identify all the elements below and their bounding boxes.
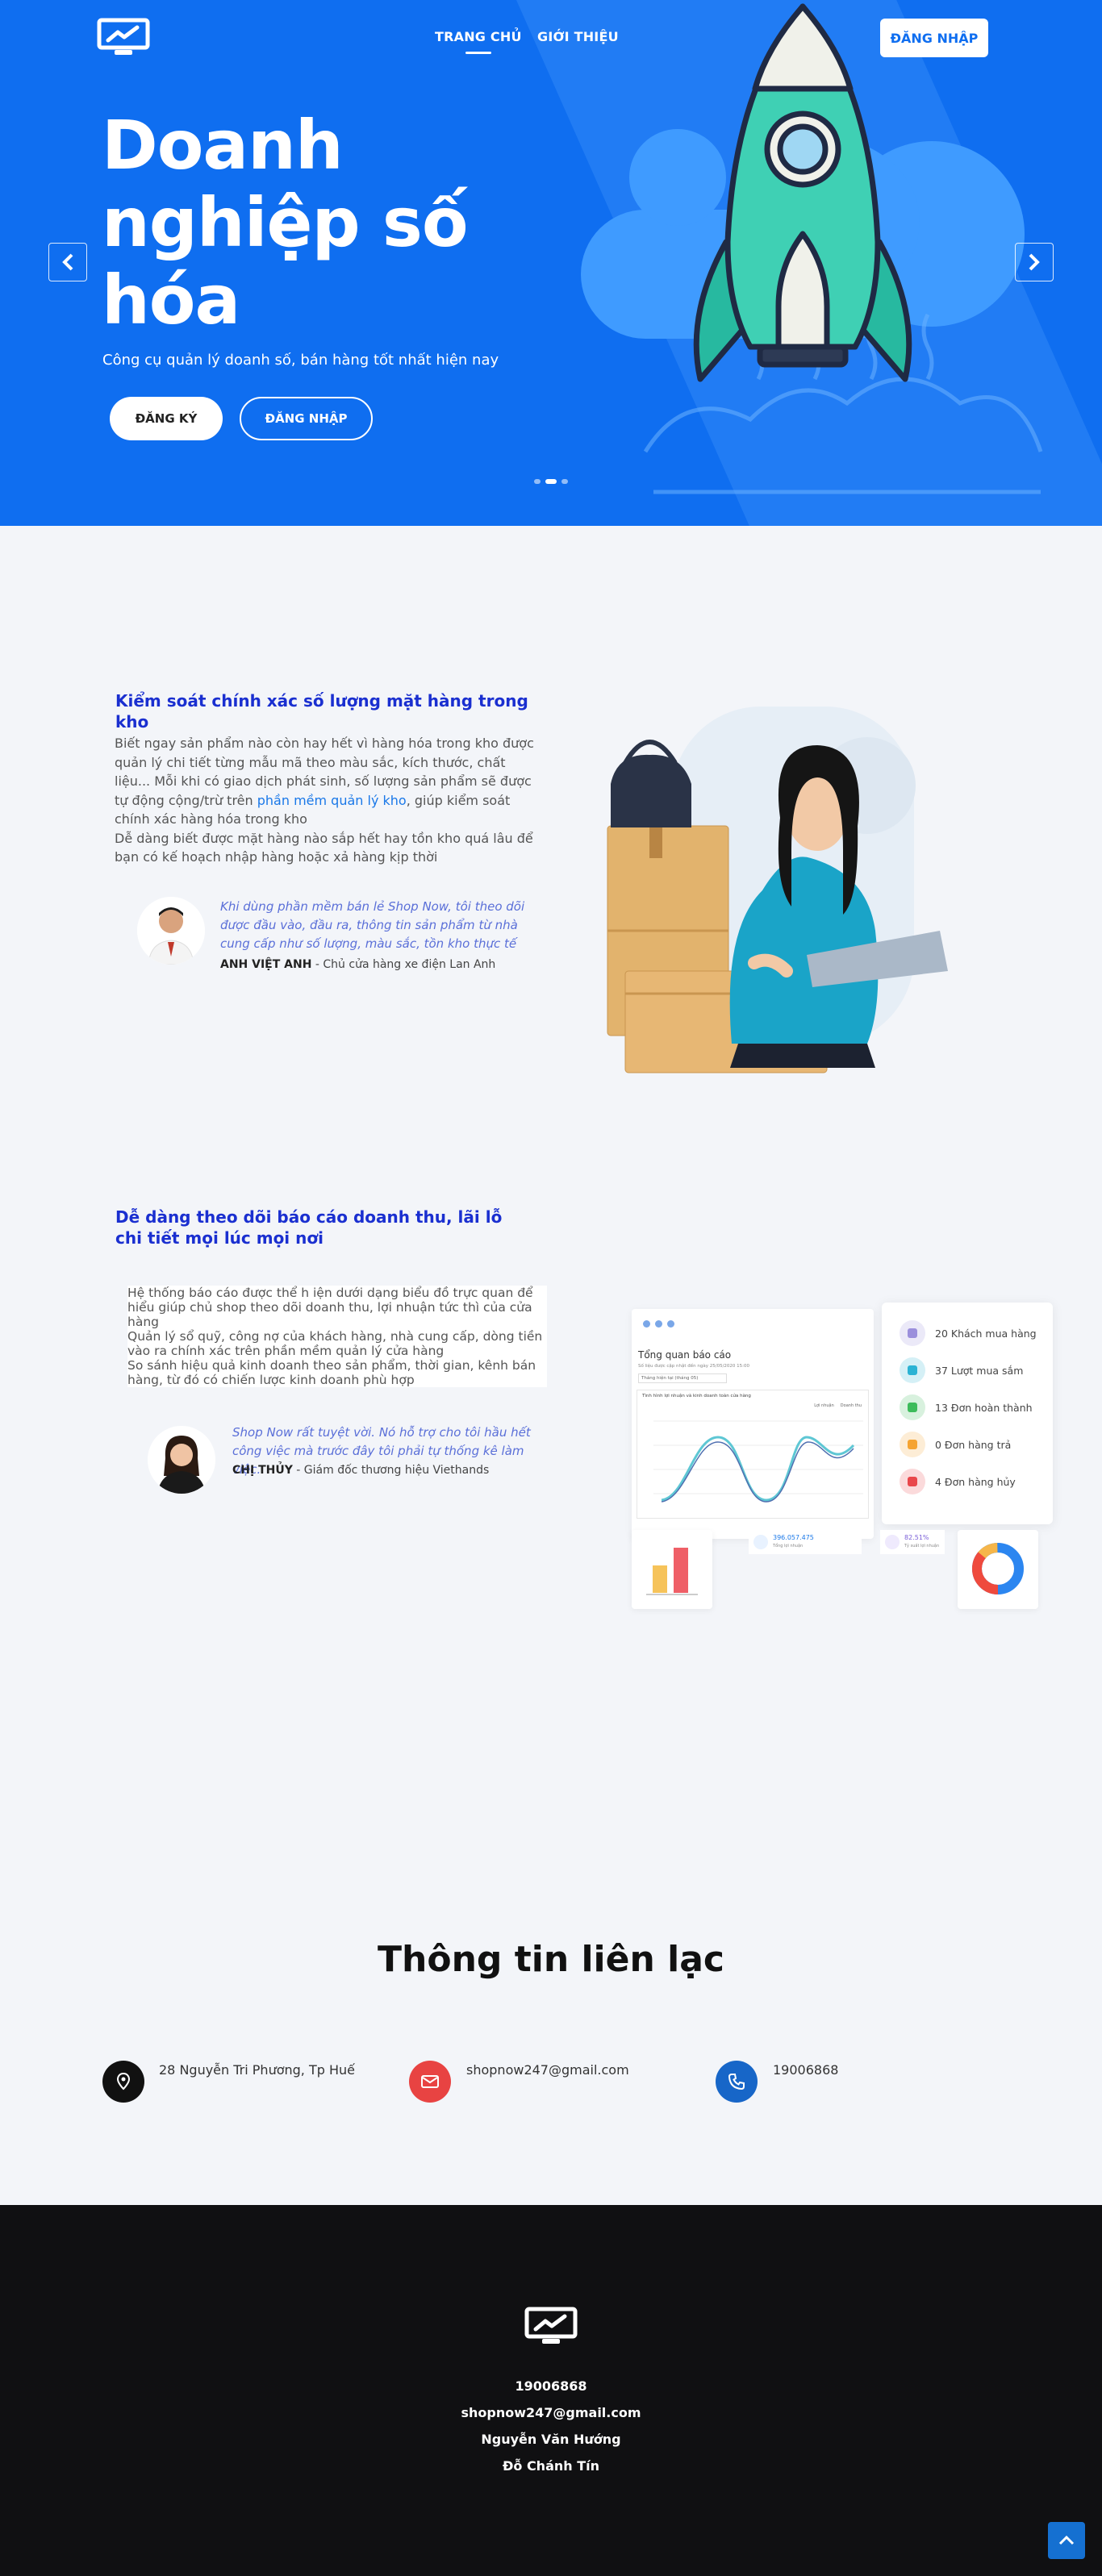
footer-phone[interactable]: 19006868 — [0, 2378, 1102, 2394]
map-pin-icon — [116, 2072, 131, 2090]
stats-panel: 20 Khách mua hàng 37 Lượt mua sắm 13 Đơn h… — [882, 1303, 1053, 1524]
stat-row: 4 Đơn hàng hủy — [900, 1469, 1016, 1494]
profit-rate-value: 82.51% — [904, 1534, 929, 1541]
chevron-up-icon — [1058, 2535, 1075, 2545]
chart-title: Tình hình lợi nhuận và kinh doanh toàn c… — [642, 1394, 751, 1398]
feature1-title: Kiểm soát chính xác số lượng mặt hàng tr… — [115, 691, 528, 732]
stat-label: 13 Đơn hoàn thành — [935, 1401, 1033, 1414]
stat-row: 13 Đơn hoàn thành — [900, 1394, 1033, 1420]
contact-address: 28 Nguyễn Tri Phương, Tp Huế — [159, 2062, 355, 2078]
author-role: - Chủ cửa hàng xe điện Lan Anh — [311, 958, 496, 971]
return-icon — [900, 1432, 925, 1457]
stat-label: 4 Đơn hàng hủy — [935, 1475, 1016, 1488]
total-profit-value: 396.057.475 — [773, 1534, 814, 1541]
document-icon — [900, 1394, 925, 1420]
back-to-top-button[interactable] — [1048, 2522, 1085, 2559]
slide-indicators — [534, 479, 568, 484]
profit-line-chart — [653, 1420, 863, 1503]
avatar — [137, 897, 205, 965]
stat-row: 37 Lượt mua sắm — [900, 1357, 1023, 1383]
profit-rate-card: 82.51% Tỷ suất lợi nhuận — [880, 1530, 945, 1554]
stat-label: 0 Đơn hàng trả — [935, 1438, 1012, 1451]
man-avatar-photo — [137, 897, 205, 965]
register-button[interactable]: ĐĂNG KÝ — [110, 397, 223, 440]
warehouse-software-link[interactable]: phần mềm quản lý kho — [257, 793, 407, 808]
author-role: - Giám đốc thương hiệu Viethands — [292, 1464, 490, 1477]
rocket-illustration — [643, 3, 1043, 494]
footer-email[interactable]: shopnow247@gmail.com — [0, 2405, 1102, 2420]
total-profit-card: 396.057.475 Tổng lợi nhuận — [749, 1530, 862, 1554]
envelope-icon — [421, 2075, 439, 2088]
hero-banner: TRANG CHỦ GIỚI THIỆU ĐĂNG NHẬP Doanh ngh… — [0, 0, 1102, 526]
chevron-right-icon — [1029, 253, 1040, 271]
feature2-paragraph: So sánh hiệu quả kinh doanh theo sản phẩ… — [127, 1358, 536, 1387]
contact-phone[interactable]: 19006868 — [773, 2062, 838, 2078]
donut-chart — [972, 1543, 1024, 1594]
cart-icon — [900, 1357, 925, 1383]
report-title: Tổng quan báo cáo — [638, 1349, 732, 1361]
nav-about[interactable]: GIỚI THIỆU — [537, 29, 619, 44]
chevron-left-icon — [62, 253, 73, 271]
stat-row: 0 Đơn hàng trả — [900, 1432, 1011, 1457]
contact-title: Thông tin liên lạc — [378, 1939, 724, 1980]
report-caption: Số liệu được cập nhật đến ngày 25/05/202… — [638, 1364, 750, 1369]
footer: 19006868 shopnow247@gmail.com Nguyễn Văn… — [0, 2205, 1102, 2576]
woman-avatar-photo — [148, 1426, 215, 1494]
user-icon — [900, 1320, 925, 1346]
feature2-paragraph: Hệ thống báo cáo được thể h iện dưới dạn… — [127, 1286, 533, 1329]
percent-icon — [885, 1535, 900, 1549]
feature2-text: Hệ thống báo cáo được thể h iện dưới dạn… — [127, 1286, 547, 1387]
period-filter[interactable]: Tháng hiện tại (tháng 05) — [638, 1373, 727, 1383]
hero-subtitle: Công cụ quản lý doanh số, bán hàng tốt n… — [102, 352, 499, 369]
slide-dot[interactable] — [534, 479, 541, 484]
author-name: CHỊ THỦY — [232, 1464, 293, 1477]
profit-chart-card: Tình hình lợi nhuận và kinh doanh toàn c… — [637, 1390, 869, 1519]
email-icon-badge — [409, 2061, 451, 2103]
nav-login-button[interactable]: ĐĂNG NHẬP — [880, 19, 988, 57]
feature1-text: Biết ngay sản phẩm nào còn hay hết vì hà… — [115, 734, 534, 867]
monitor-logo-icon[interactable] — [97, 18, 150, 58]
feature2-title: Dễ dàng theo dõi báo cáo doanh thu, lãi … — [115, 1207, 503, 1248]
cancel-icon — [900, 1469, 925, 1494]
mini-bar-chart — [646, 1548, 698, 1595]
profit-rate-label: Tỷ suất lợi nhuận — [904, 1544, 940, 1549]
location-icon — [102, 2061, 144, 2103]
prev-slide-button[interactable] — [48, 243, 87, 281]
slide-dot-active[interactable] — [545, 479, 557, 484]
feature2-paragraph: Quản lý sổ quỹ, công nợ của khách hàng, … — [127, 1329, 543, 1358]
stat-label: 20 Khách mua hàng — [935, 1327, 1037, 1340]
feature1-quote: Khi dùng phần mềm bán lẻ Shop Now, tôi t… — [220, 899, 525, 951]
phone-icon — [728, 2074, 745, 2090]
dashboard-report-mockup: Tổng quan báo cáo Số liệu được cập nhật … — [632, 1303, 1053, 1609]
feature1-text2: Dễ dàng biết được mặt hàng nào sắp hết h… — [115, 830, 533, 865]
window-dots — [643, 1320, 674, 1328]
hero-title: Doanh nghiệp số hóa — [102, 106, 469, 340]
footer-name: Nguyễn Văn Hướng — [481, 2432, 621, 2447]
woman-with-laptop-illustration — [607, 707, 948, 1073]
feature1-author: ANH VIỆT ANH - Chủ cửa hàng xe điện Lan … — [220, 958, 495, 971]
nav-home[interactable]: TRANG CHỦ — [435, 29, 522, 54]
total-profit-label: Tổng lợi nhuận — [773, 1544, 804, 1549]
phone-icon-badge — [716, 2061, 758, 2103]
footer-name: Đỗ Chánh Tín — [502, 2458, 600, 2474]
stat-row: 20 Khách mua hàng — [900, 1320, 1037, 1346]
wallet-icon — [753, 1535, 768, 1549]
report-panel: Tổng quan báo cáo Số liệu được cập nhật … — [632, 1309, 874, 1539]
author-name: ANH VIỆT ANH — [220, 958, 312, 971]
stat-label: 37 Lượt mua sắm — [935, 1364, 1024, 1377]
bar-mini-card — [632, 1530, 712, 1609]
avatar — [148, 1426, 215, 1494]
next-slide-button[interactable] — [1015, 243, 1054, 281]
donut-mini-card — [958, 1530, 1038, 1609]
slide-dot[interactable] — [561, 479, 568, 484]
hero-login-button[interactable]: ĐĂNG NHẬP — [240, 397, 373, 440]
contact-email[interactable]: shopnow247@gmail.com — [466, 2062, 629, 2078]
feature2-author: CHỊ THỦY - Giám đốc thương hiệu Viethand… — [232, 1464, 489, 1477]
monitor-logo-icon[interactable] — [524, 2307, 578, 2347]
